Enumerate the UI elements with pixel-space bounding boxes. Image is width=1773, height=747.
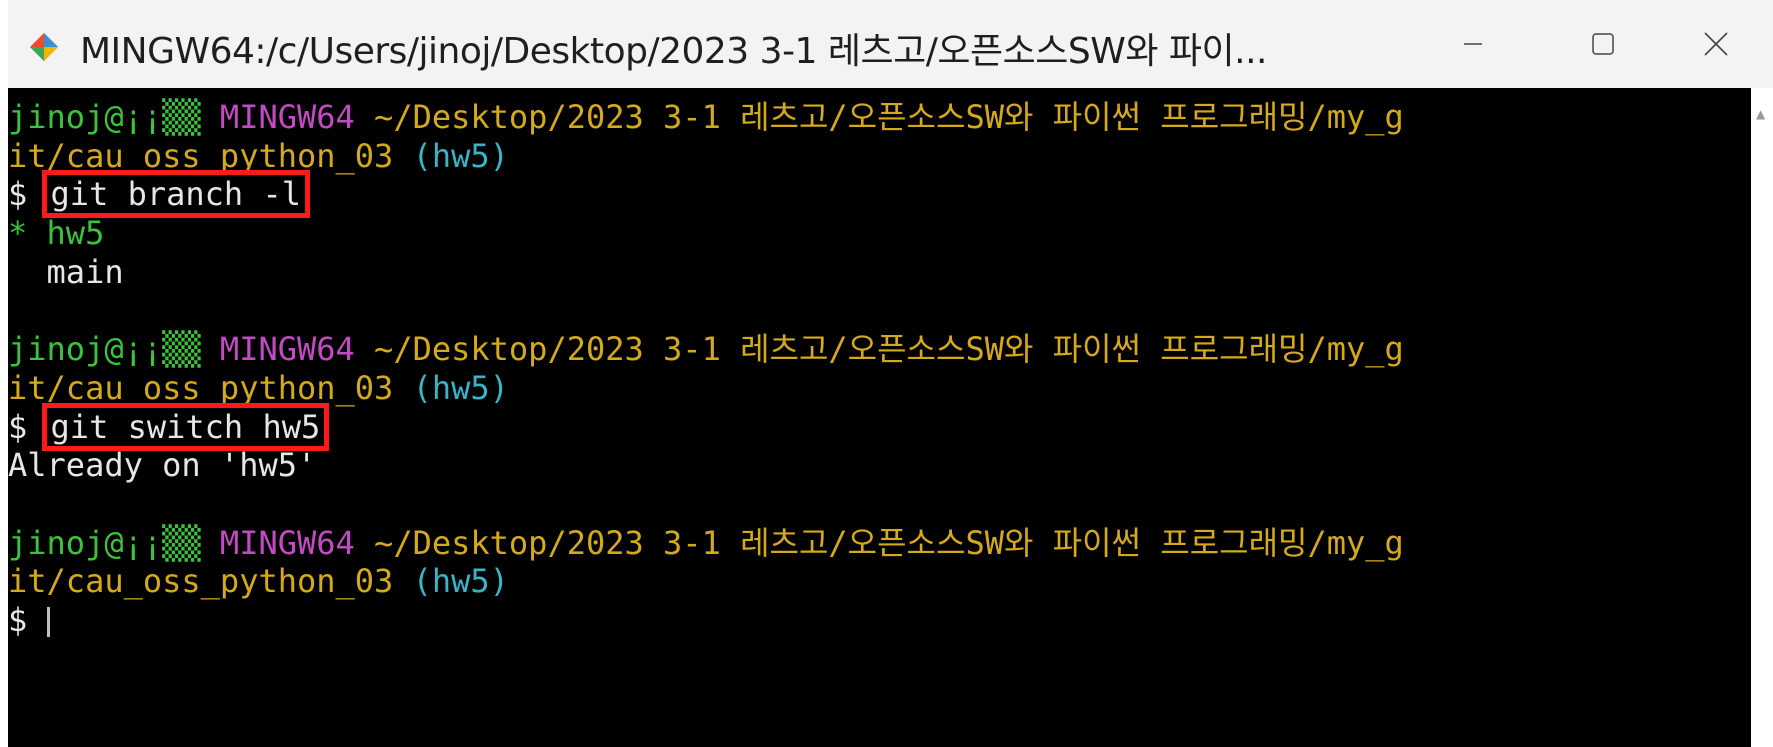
prompt-line: jinoj@¡¡▒▒ MINGW64 ~/Desktop/2023 3-1 레츠… xyxy=(8,524,1751,563)
prompt-symbol: $ xyxy=(8,175,28,214)
prompt-symbol: $ xyxy=(8,600,28,639)
vertical-scrollbar[interactable]: ▲ xyxy=(1751,88,1773,747)
command-highlighted: git branch -l xyxy=(41,170,310,219)
prompt-line-continued: it/cau_oss_python_03 (hw5) xyxy=(8,137,1751,176)
output-line: Already on 'hw5' xyxy=(8,446,317,485)
command-line: $ git branch -l xyxy=(8,170,1751,219)
prompt-line: jinoj@¡¡▒▒ MINGW64 ~/Desktop/2023 3-1 레츠… xyxy=(8,330,1751,369)
minimize-icon xyxy=(1464,43,1482,45)
prompt-path: ~/Desktop/2023 3-1 레츠고/오픈소스SW와 파이썬 프로그래밍… xyxy=(374,330,1404,369)
terminal-window: MINGW64:/c/Users/jinoj/Desktop/2023 3-1 … xyxy=(8,0,1773,747)
command-line: $ git switch hw5 xyxy=(8,402,1751,451)
maximize-icon xyxy=(1592,33,1614,55)
output-line-current-branch: * hw5 xyxy=(8,214,105,253)
terminal-output[interactable]: jinoj@¡¡▒▒ MINGW64 ~/Desktop/2023 3-1 레츠… xyxy=(8,88,1751,747)
command-highlighted: git switch hw5 xyxy=(41,402,330,451)
command-line-active[interactable]: $ xyxy=(8,601,1751,640)
minimize-button[interactable] xyxy=(1408,0,1538,88)
prompt-branch: (hw5) xyxy=(412,136,509,175)
prompt-path: ~/Desktop/2023 3-1 레츠고/오픈소스SW와 파이썬 프로그래밍… xyxy=(374,98,1404,136)
prompt-system: MINGW64 xyxy=(219,523,355,562)
prompt-path-cont: it/cau_oss_python_03 xyxy=(8,368,394,407)
prompt-path-cont: it/cau_oss_python_03 xyxy=(8,562,394,601)
scroll-up-icon[interactable]: ▲ xyxy=(1756,108,1768,120)
prompt-line-continued: it/cau_oss_python_03 (hw5) xyxy=(8,562,1751,601)
prompt-user: jinoj@¡¡▒▒ xyxy=(8,330,201,369)
prompt-branch: (hw5) xyxy=(412,562,509,601)
output-line-branch: main xyxy=(8,252,124,291)
prompt-branch: (hw5) xyxy=(412,368,509,407)
prompt-user: jinoj@¡¡▒▒ xyxy=(8,98,201,136)
prompt-path-cont: it/cau_oss_python_03 xyxy=(8,136,394,175)
prompt-user: jinoj@¡¡▒▒ xyxy=(8,523,201,562)
prompt-symbol: $ xyxy=(8,407,28,446)
prompt-line: jinoj@¡¡▒▒ MINGW64 ~/Desktop/2023 3-1 레츠… xyxy=(8,98,1751,137)
text-cursor xyxy=(46,606,50,637)
prompt-line-continued: it/cau_oss_python_03 (hw5) xyxy=(8,369,1751,408)
prompt-path: ~/Desktop/2023 3-1 레츠고/오픈소스SW와 파이썬 프로그래밍… xyxy=(374,523,1404,562)
prompt-system: MINGW64 xyxy=(219,98,355,136)
window-title: MINGW64:/c/Users/jinoj/Desktop/2023 3-1 … xyxy=(80,31,1267,72)
prompt-system: MINGW64 xyxy=(219,330,355,369)
title-bar[interactable]: MINGW64:/c/Users/jinoj/Desktop/2023 3-1 … xyxy=(8,0,1773,88)
close-button[interactable] xyxy=(1658,0,1773,88)
close-icon xyxy=(1703,32,1728,56)
maximize-button[interactable] xyxy=(1538,0,1668,88)
git-bash-icon xyxy=(30,33,58,61)
